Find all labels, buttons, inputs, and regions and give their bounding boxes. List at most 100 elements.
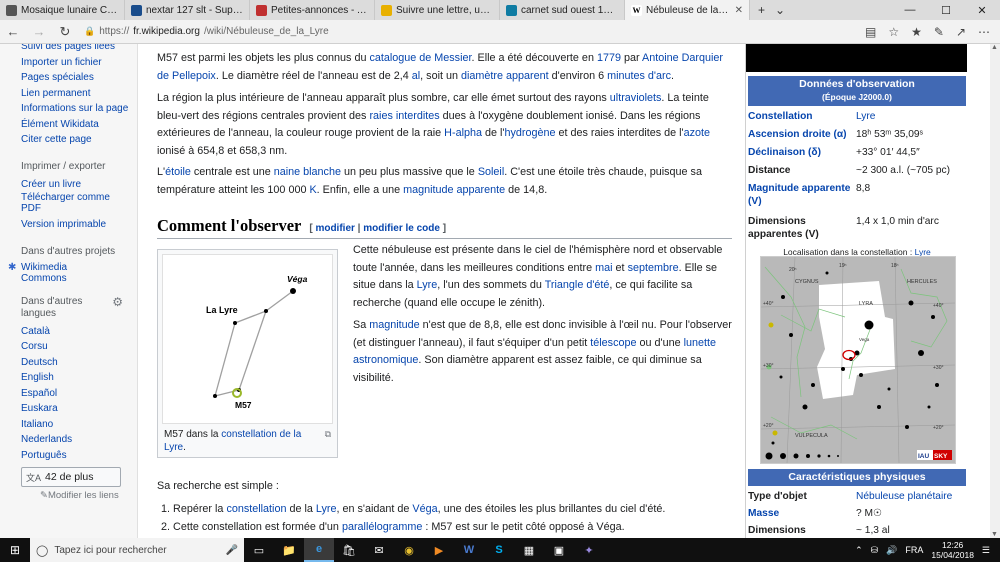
input-language[interactable]: FRA [905, 545, 923, 555]
language-link[interactable]: Català [0, 324, 137, 340]
notes-pen-icon[interactable]: ✎ [934, 25, 944, 39]
link-etoile[interactable]: étoile [165, 166, 191, 178]
sidebar-tool-link[interactable]: Lien permanent [0, 86, 137, 102]
network-icon[interactable]: ⛁ [871, 545, 879, 556]
infobox-key[interactable]: Masse [748, 508, 856, 521]
link-azote[interactable]: azote [684, 127, 710, 139]
sidebar-print-link[interactable]: Télécharger comme [0, 192, 137, 203]
link-al[interactable]: al [412, 70, 420, 82]
sidebar-print-link[interactable]: Version imprimable [0, 217, 137, 233]
sidebar-tool-link[interactable]: Élément Wikidata [0, 117, 137, 133]
list-link[interactable]: parallélogramme [342, 521, 422, 533]
task-view-icon[interactable]: ▭ [244, 538, 274, 562]
infobox-key[interactable]: Constellation [748, 111, 856, 124]
back-arrow-icon[interactable]: ← [0, 24, 26, 39]
link-ultraviolets[interactable]: ultraviolets [610, 92, 662, 104]
sidebar-print-link[interactable]: PDF [0, 203, 137, 214]
browser-tab[interactable]: W Nébuleuse de la Lyre — ✕ [625, 0, 750, 20]
mail-icon[interactable]: ✉ [364, 538, 394, 562]
word-icon[interactable]: W [454, 538, 484, 562]
link-h-alpha[interactable]: H-alpha [444, 127, 482, 139]
browser-tab[interactable]: nextar 127 slt - Support déb [125, 0, 250, 20]
sidebar-tool-link[interactable]: Importer un fichier [0, 55, 137, 71]
link-diametre-apparent[interactable]: diamètre apparent [461, 70, 549, 82]
link-1779[interactable]: 1779 [597, 52, 621, 64]
link-magnitude-apparente[interactable]: magnitude apparente [403, 184, 505, 196]
infobox-value[interactable]: Nébuleuse planétaire [856, 491, 966, 504]
constellation-map[interactable]: 20ʰ 19ʰ 18ʰ +40° +30° +20° CYGNUS HERCUL… [760, 256, 956, 464]
minimize-icon[interactable]: — [892, 0, 928, 20]
skype-icon[interactable]: S [484, 538, 514, 562]
media-player-icon[interactable]: ▶ [424, 538, 454, 562]
link-naine-blanche[interactable]: naine blanche [274, 166, 341, 178]
list-link[interactable]: constellation [226, 503, 286, 515]
sidebar-tool-link[interactable]: Suivi des pages liées [0, 44, 137, 55]
share-icon[interactable]: ↗ [956, 25, 966, 39]
link-telescope[interactable]: télescope [590, 337, 636, 349]
link-magnitude[interactable]: magnitude [369, 319, 419, 331]
link-mai[interactable]: mai [595, 262, 612, 274]
link-kelvin[interactable]: K [309, 184, 316, 196]
windows-start-icon[interactable]: ⊞ [0, 543, 30, 557]
enlarge-icon[interactable]: ⧉ [325, 429, 331, 440]
file-explorer-icon[interactable]: 📁 [274, 538, 304, 562]
favorites-hub-icon[interactable]: ★ [911, 25, 922, 39]
scroll-down-icon[interactable]: ▼ [991, 531, 998, 538]
language-link[interactable]: Nederlands [0, 432, 137, 448]
infobox-key[interactable]: Déclinaison (δ) [748, 147, 856, 160]
list-link[interactable]: Lyre [316, 503, 337, 515]
link-soleil[interactable]: Soleil [478, 166, 504, 178]
edit-links[interactable]: ✎Modifier les liens [0, 490, 137, 501]
vertical-scrollbar[interactable]: ▲ ▼ [990, 44, 1000, 538]
tray-up-chevron-icon[interactable]: ⌃ [855, 545, 863, 556]
link-hydrogene[interactable]: hydrogène [504, 127, 555, 139]
video-app-icon[interactable]: ▣ [544, 538, 574, 562]
link-catalogue-messier[interactable]: catalogue de Messier [369, 52, 471, 64]
sidebar-tool-link[interactable]: Citer cette page [0, 132, 137, 148]
gear-icon[interactable]: ⚙ [112, 296, 123, 308]
infobox-key[interactable]: Ascension droite (α) [748, 129, 856, 142]
browser-tab[interactable]: Suivre une lettre, un Colissim [375, 0, 500, 20]
link-minutes-arc[interactable]: minutes d'arc [607, 70, 671, 82]
favorite-star-icon[interactable]: ☆ [888, 25, 899, 39]
infobox-key[interactable]: Magnitude apparente (V) [748, 183, 856, 208]
list-link[interactable]: Véga [412, 503, 437, 515]
browser-tab[interactable]: Petites-annonces - Astrosurf [250, 0, 375, 20]
reading-view-icon[interactable]: ▤ [865, 25, 876, 39]
more-languages-button[interactable]: 文A 42 de plus [21, 467, 121, 487]
close-window-icon[interactable]: ✕ [964, 0, 1000, 20]
close-tab-icon[interactable]: ✕ [735, 5, 743, 16]
sidebar-print-link[interactable]: Créer un livre [0, 177, 137, 193]
edge-browser-icon[interactable]: e [304, 538, 334, 562]
url-field[interactable]: 🔒 https://fr.wikipedia.org/wiki/Nébuleus… [84, 26, 764, 37]
chrome-icon[interactable]: ◉ [394, 538, 424, 562]
nebula-image[interactable] [746, 44, 967, 72]
new-tab-icon[interactable]: + [758, 3, 765, 17]
section-edit-link[interactable]: modifier [315, 223, 354, 234]
refresh-icon[interactable]: ↻ [52, 24, 78, 40]
clock[interactable]: 12:26 15/04/2018 [931, 540, 974, 560]
photos-icon[interactable]: ▦ [514, 538, 544, 562]
volume-icon[interactable]: 🔊 [886, 545, 897, 556]
language-link[interactable]: English [0, 370, 137, 386]
infobox-value[interactable]: Lyre [856, 111, 966, 124]
scroll-up-icon[interactable]: ▲ [991, 44, 998, 51]
tab-list-chevron-icon[interactable]: ⌄ [775, 3, 785, 17]
lyra-diagram[interactable]: Véga La Lyre M57 [162, 254, 333, 424]
maximize-icon[interactable]: ☐ [928, 0, 964, 20]
language-link[interactable]: Deutsch [0, 355, 137, 371]
sidebar-tool-link[interactable]: Informations sur la page [0, 101, 137, 117]
taskbar-search[interactable]: ◯ Tapez ici pour rechercher 🎤 [30, 538, 244, 562]
browser-tab[interactable]: carnet sud ouest 17 - Bing [500, 0, 625, 20]
sidebar-link-commons-2[interactable]: Commons [0, 273, 67, 284]
sidebar-tool-link[interactable]: Pages spéciales [0, 70, 137, 86]
section-edit-source-link[interactable]: modifier le code [363, 223, 440, 234]
more-menu-icon[interactable]: ⋯ [978, 25, 990, 39]
browser-tab[interactable]: Mosaique lunaire C11 asi224 [0, 0, 125, 20]
language-link[interactable]: Euskara [0, 401, 137, 417]
microphone-icon[interactable]: 🎤 [226, 545, 244, 556]
language-link[interactable]: Português [0, 448, 137, 464]
store-icon[interactable]: 🛍 [334, 538, 364, 562]
link-triangle-ete[interactable]: Triangle d'été [545, 279, 610, 291]
language-link[interactable]: Corsu [0, 339, 137, 355]
